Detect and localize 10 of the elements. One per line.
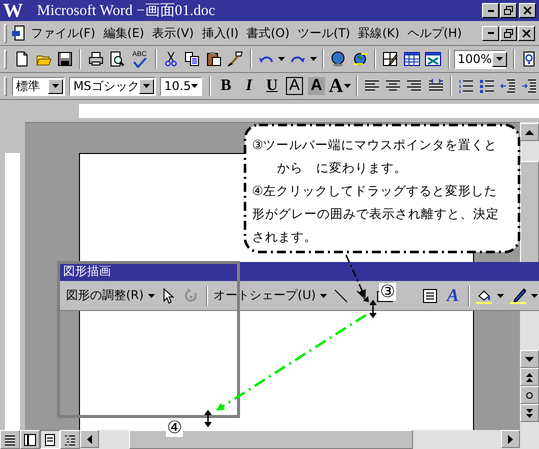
window-title: Microsoft Word −画面01.doc <box>37 2 216 20</box>
callout-text: ④左クリックしてドラッグすると変形した <box>252 182 498 200</box>
app-logo: W <box>3 0 23 20</box>
callout-text: されます。 <box>252 228 318 246</box>
callout-text: ③ツールバー端にマウスポインタを置くと <box>252 136 498 154</box>
toolbar-title: 図形描画 <box>60 262 539 281</box>
callout-text: 形がグレーの囲みで表示され離すと、決定 <box>252 205 500 223</box>
step-marker: ④ <box>166 419 183 437</box>
step-marker: ③ <box>379 283 396 301</box>
callout-text: から に変わります。 <box>276 159 408 177</box>
